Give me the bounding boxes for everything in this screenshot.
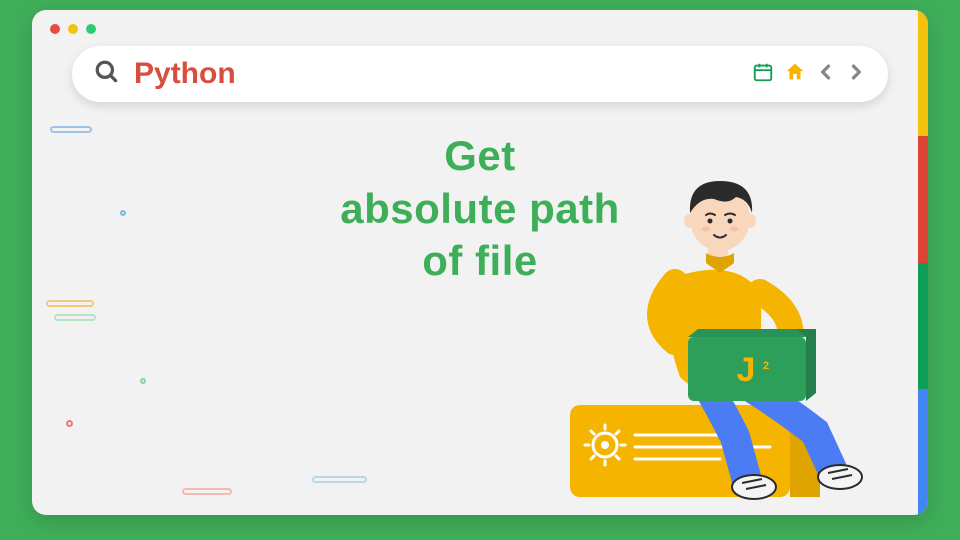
decoration-pill	[46, 300, 94, 307]
chevron-left-icon[interactable]	[816, 61, 836, 88]
browser-window: Python	[32, 10, 928, 515]
decoration-pill	[50, 126, 92, 133]
color-stripe	[918, 10, 928, 515]
search-query: Python	[134, 57, 752, 91]
maximize-icon[interactable]	[86, 24, 96, 34]
decoration-pill	[54, 314, 96, 321]
home-icon[interactable]	[784, 61, 806, 88]
decoration-circle	[140, 378, 146, 384]
calendar-icon[interactable]	[752, 61, 774, 88]
chevron-right-icon[interactable]	[846, 61, 866, 88]
minimize-icon[interactable]	[68, 24, 78, 34]
svg-text:2: 2	[763, 360, 769, 372]
search-bar[interactable]: Python	[72, 46, 888, 102]
decoration-circle	[66, 420, 73, 427]
search-actions	[752, 61, 866, 88]
svg-text:J: J	[737, 351, 756, 389]
hero-illustration: J 2	[510, 147, 890, 507]
search-icon	[94, 59, 120, 90]
decoration-pill	[312, 476, 367, 483]
decoration-circle	[120, 210, 126, 216]
window-controls	[50, 24, 96, 34]
decoration-pill	[182, 488, 232, 495]
close-icon[interactable]	[50, 24, 60, 34]
